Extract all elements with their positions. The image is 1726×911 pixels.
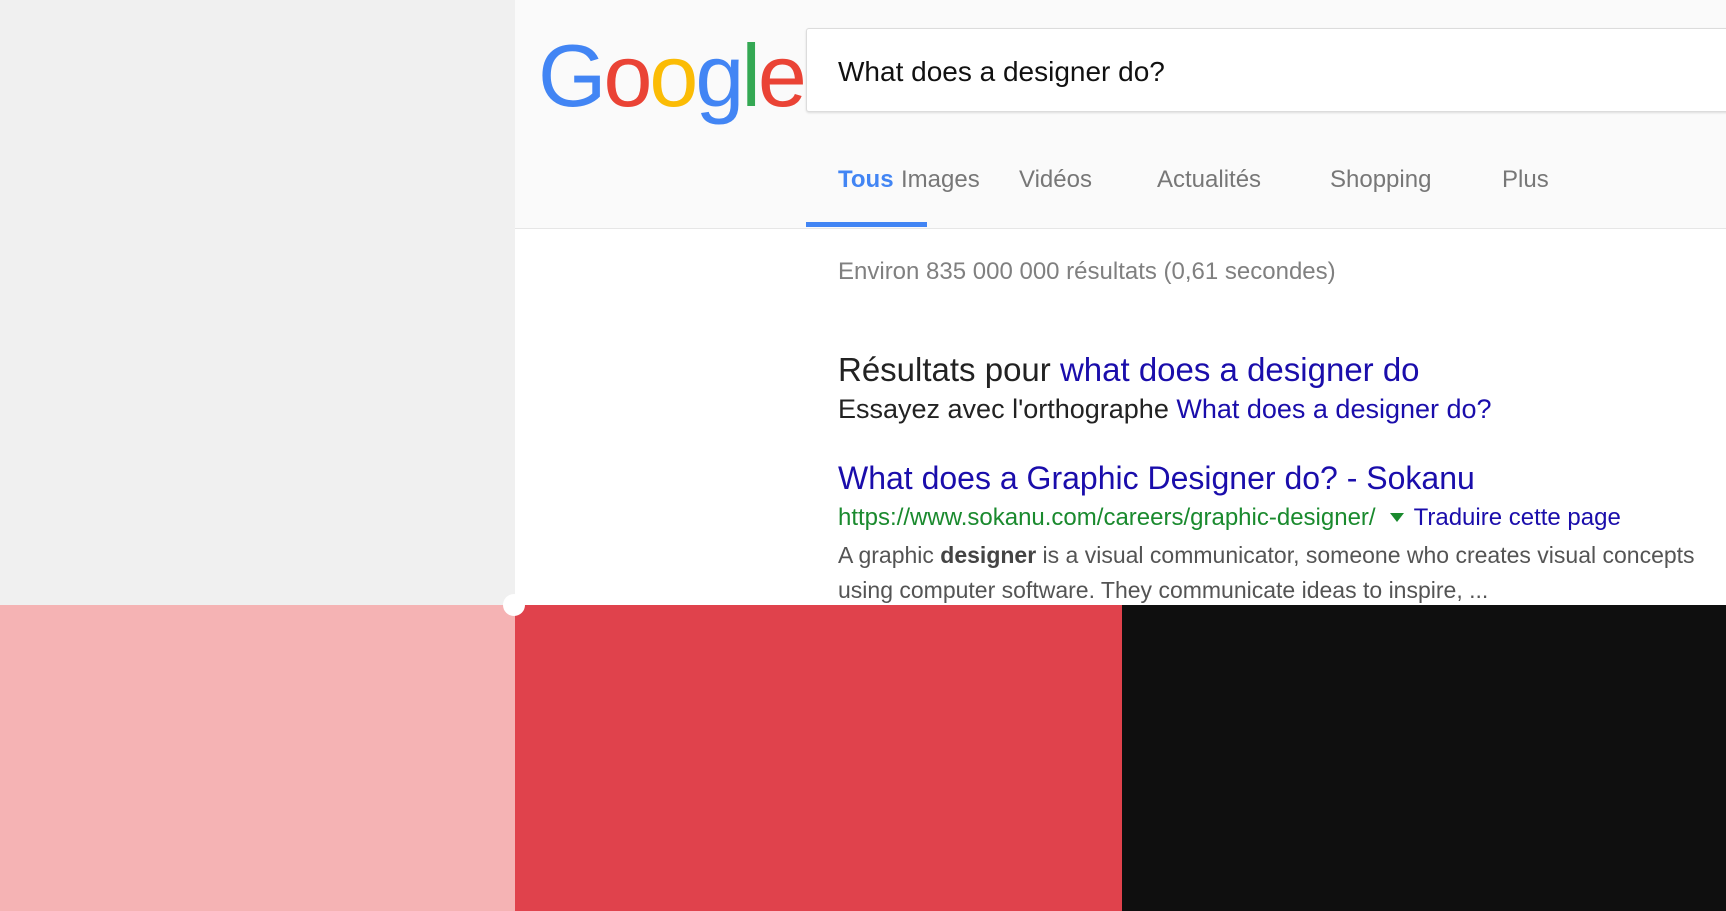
original-spelling-suggestion: Essayez avec l'orthographe What does a d… <box>838 394 1492 425</box>
logo-letter: o <box>603 26 652 125</box>
logo-letter: e <box>757 26 807 125</box>
palette-swatch-red <box>515 605 1122 911</box>
logo-letter: g <box>695 26 744 125</box>
spelling-correction: Résultats pour what does a designer do <box>838 351 1420 389</box>
snippet-text: A graphic <box>838 542 941 568</box>
result-title-link[interactable]: What does a Graphic Designer do? - Sokan… <box>838 460 1475 497</box>
tab-more[interactable]: Plus <box>1502 166 1549 194</box>
snippet-line-1: A graphic designer is a visual communica… <box>838 538 1695 573</box>
correction-prefix: Résultats pour <box>838 351 1060 388</box>
result-snippet: A graphic designer is a visual communica… <box>838 538 1695 605</box>
tab-shopping[interactable]: Shopping <box>1330 166 1431 194</box>
handle-dot <box>503 594 525 616</box>
snippet-line-2: using computer software. They communicat… <box>838 577 1489 603</box>
palette-swatch-black <box>1122 605 1726 911</box>
logo-letter: o <box>649 26 698 125</box>
original-query-link[interactable]: What does a designer do? <box>1176 394 1491 424</box>
result-url[interactable]: https://www.sokanu.com/careers/graphic-d… <box>838 504 1376 531</box>
tab-videos[interactable]: Vidéos <box>1019 166 1092 194</box>
results-stats: Environ 835 000 000 résultats (0,61 seco… <box>838 258 1336 285</box>
left-background-panel <box>0 0 515 605</box>
google-logo[interactable]: Google <box>538 26 807 125</box>
corrected-query-link[interactable]: what does a designer do <box>1060 351 1420 388</box>
search-input[interactable]: What does a designer do? <box>806 28 1726 112</box>
dropdown-arrow-icon[interactable] <box>1389 512 1404 522</box>
result-url-row: https://www.sokanu.com/careers/graphic-d… <box>838 504 1621 532</box>
search-query-text: What does a designer do? <box>838 56 1165 87</box>
snippet-bold: designer <box>940 542 1037 568</box>
google-results-window: Google What does a designer do? Tous Ima… <box>515 0 1726 605</box>
try-prefix: Essayez avec l'orthographe <box>838 394 1177 424</box>
tab-images[interactable]: Images <box>901 166 980 194</box>
translate-link[interactable]: Traduire cette page <box>1414 504 1621 531</box>
active-tab-indicator <box>806 222 927 227</box>
logo-letter: G <box>538 26 606 125</box>
search-header: Google What does a designer do? Tous Ima… <box>515 0 1726 229</box>
tab-all[interactable]: Tous <box>838 166 894 194</box>
snippet-text: is a visual communicator, someone who cr… <box>1036 542 1695 568</box>
tab-news[interactable]: Actualités <box>1157 166 1261 194</box>
palette-swatch-pink <box>0 605 515 911</box>
logo-letter: l <box>741 26 760 125</box>
